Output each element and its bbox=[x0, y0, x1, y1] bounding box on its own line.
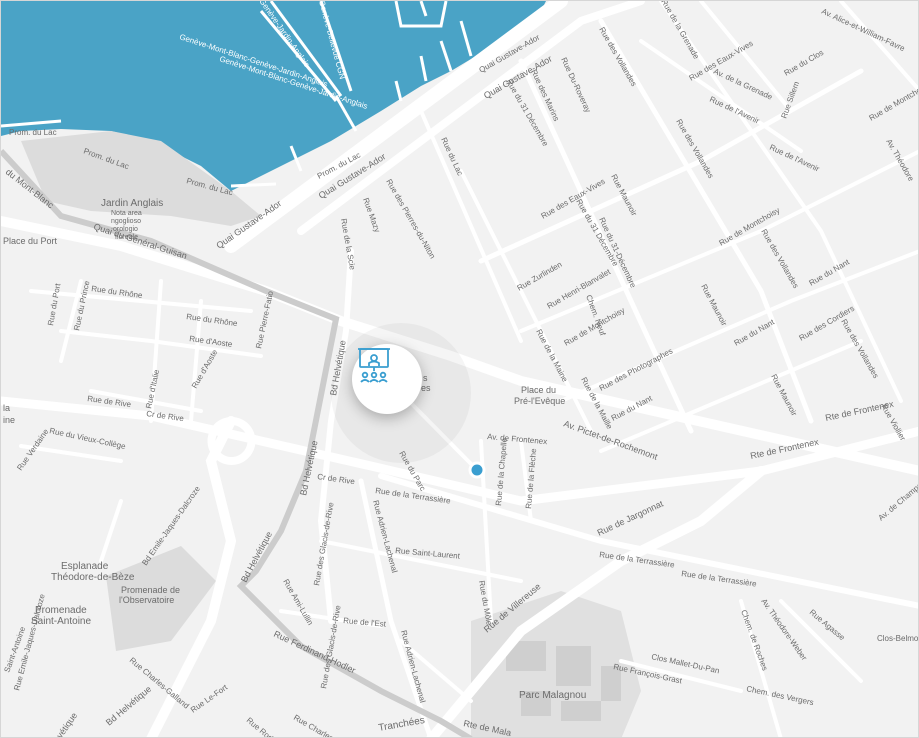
street-label: Rue Zurlinden bbox=[516, 260, 564, 293]
street-label: Rue de l'Est bbox=[343, 616, 387, 629]
street-label: Rue du Vieux-Collège bbox=[49, 426, 127, 451]
street-label: Promenade de bbox=[121, 585, 180, 595]
street-label: Av. de Frontenex bbox=[487, 432, 548, 446]
street-label: Bd Helvétique bbox=[104, 684, 153, 728]
street-label: Place du Port bbox=[3, 236, 58, 246]
street-label: Rue de la Scie bbox=[339, 218, 357, 271]
street-label: Rue Maunoir bbox=[699, 283, 729, 328]
street-label: Esplanade bbox=[61, 561, 109, 572]
street-label: Tranchées bbox=[378, 715, 426, 734]
street-label: Av. Théodore bbox=[884, 138, 916, 184]
map-canvas[interactable]: Genève-Mont-Blanc-Genève-Jardin-Anglais … bbox=[0, 0, 919, 738]
street-label: Promenade bbox=[35, 605, 87, 616]
street-label: ngoglioso bbox=[111, 218, 141, 225]
street-label: Rue Ferdinand-Hodler bbox=[272, 629, 357, 676]
street-label: Rue Henri-Blanvalet bbox=[546, 267, 613, 311]
street-label: Rue Rodolphe bbox=[245, 716, 290, 738]
street-label: Rue Maunoir bbox=[609, 173, 639, 218]
street-label: Rue du Lac bbox=[439, 136, 464, 177]
street-label: ine bbox=[3, 415, 15, 425]
street-label: Jardin Anglais bbox=[101, 198, 163, 209]
street-label: Pré-l'Evêque bbox=[514, 396, 565, 406]
street-label: Rue Le-Fort bbox=[189, 682, 230, 714]
street-label: l'Observatoire bbox=[119, 595, 174, 605]
street-label: Rue Mazy bbox=[361, 197, 382, 234]
street-label: es bbox=[421, 383, 431, 393]
street-label: Av. de Champel bbox=[877, 479, 919, 522]
street-label: vétique bbox=[54, 711, 79, 738]
street-label: Rue de Jargonnat bbox=[596, 498, 666, 538]
street-label: Rue Du-Roveray bbox=[559, 56, 592, 114]
stage-presenter-icon bbox=[358, 348, 390, 383]
street-label: Rue des Vollandes bbox=[597, 26, 638, 88]
street-label: Rue de la Grenade bbox=[659, 1, 701, 61]
street-label: Rue Charles bbox=[292, 713, 335, 738]
street-label: Rue du Rhône bbox=[186, 312, 239, 328]
street-label: Parc Malagnou bbox=[519, 690, 586, 701]
street-label: Rue de l'Avenir bbox=[708, 95, 761, 126]
street-label: Prom. du Lac bbox=[9, 128, 57, 137]
street-label: Rue des Pierres-du-Niton bbox=[384, 178, 437, 261]
street-label: Rue de Montchoisy bbox=[868, 81, 919, 123]
map-svg: Genève-Mont-Blanc-Genève-Jardin-Anglais … bbox=[1, 1, 919, 738]
street-label: Bd Helvétique bbox=[239, 530, 274, 584]
street-label: la bbox=[3, 403, 10, 413]
street-label: Rue Ami-Lullin bbox=[281, 578, 315, 627]
street-label: Chem. de Roches bbox=[739, 609, 769, 672]
street-label: Rue de la Terrassière bbox=[375, 486, 452, 506]
street-label: floreale bbox=[115, 234, 138, 241]
street-label: Rue Agasse bbox=[808, 608, 847, 643]
street-label: Saint-Antoine bbox=[31, 616, 91, 627]
street-label: Rue des Eaux-Vives bbox=[540, 177, 607, 221]
street-label: Chem. des Vergers bbox=[746, 684, 815, 707]
street-label: Nota area bbox=[111, 210, 142, 217]
venue-marker[interactable] bbox=[352, 344, 422, 414]
street-label: Rue de la Maine bbox=[534, 328, 570, 384]
street-label: Rue du Port bbox=[46, 282, 62, 326]
street-label: Rue des Vollandes bbox=[759, 228, 800, 290]
street-label: Rue du Clos bbox=[783, 48, 826, 78]
street-label: Av. Alice-et-William-Favre bbox=[820, 7, 907, 54]
street-label: Place du bbox=[521, 385, 556, 395]
street-label: s bbox=[423, 373, 428, 383]
street-label: Clos-Belmont bbox=[877, 634, 919, 643]
street-label: Rue Pierre-Fatio bbox=[254, 290, 275, 350]
street-label: orologio bbox=[113, 226, 138, 233]
location-pin[interactable] bbox=[468, 461, 486, 479]
street-label: Théodore-de-Bèze bbox=[51, 572, 135, 583]
